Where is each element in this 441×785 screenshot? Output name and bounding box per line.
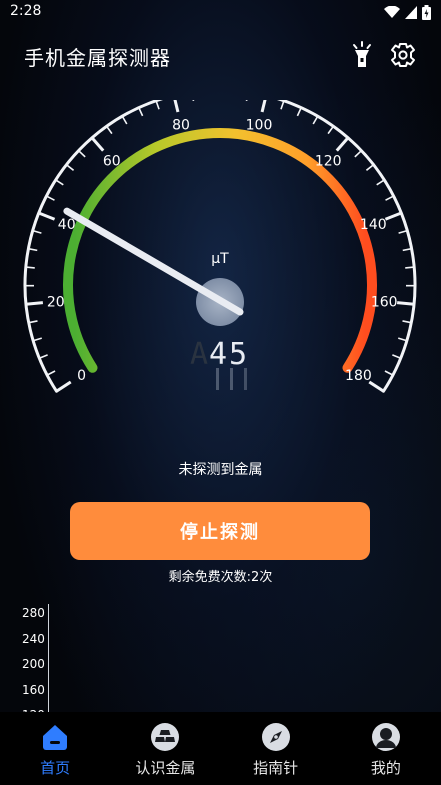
gauge-tick-label: 60 <box>103 154 121 170</box>
remaining-free-uses: 剩余免费次数:2次 <box>168 570 273 585</box>
gauge-minor-tick <box>28 247 38 252</box>
y-tick-label: 200 <box>22 657 45 671</box>
y-tick-label: 280 <box>22 606 45 620</box>
gauge-tick-label: 120 <box>315 154 342 170</box>
gauge-minor-tick <box>38 354 48 360</box>
wifi-icon <box>384 5 400 18</box>
gauge-minor-tick <box>65 164 75 171</box>
gauge-minor-tick <box>280 100 285 110</box>
gauge-minor-tick <box>405 266 415 269</box>
gauge-minor-tick <box>55 179 64 186</box>
gauge-minor-tick <box>385 195 394 201</box>
nav-label-mine: 我的 <box>370 759 401 777</box>
gauge-major-tick <box>38 211 56 221</box>
gauge-minor-tick <box>354 150 362 158</box>
gauge-major-tick <box>384 211 402 221</box>
gauge-minor-tick <box>28 320 38 324</box>
gauge-tick-label: 0 <box>77 368 86 384</box>
gauge-minor-tick <box>32 337 42 342</box>
gauge-tick-label: 20 <box>47 294 65 310</box>
nav-label-compass: 指南针 <box>253 759 299 777</box>
compass-icon <box>261 723 290 751</box>
gauge-tick-label: 140 <box>360 217 387 233</box>
signal-icon <box>405 5 417 19</box>
status-time: 2:28 <box>10 3 42 19</box>
gauge-unit-label: μT <box>211 251 229 267</box>
gauge-minor-tick <box>25 266 35 269</box>
gauge-minor-tick <box>327 125 334 135</box>
gauge-major-tick <box>260 95 268 113</box>
gauge-minor-tick <box>402 247 412 252</box>
gauge-tick-label: 160 <box>371 294 398 310</box>
battery-icon <box>422 4 431 20</box>
gauge-major-tick <box>172 95 180 113</box>
gauge-minor-tick <box>392 354 402 360</box>
gauge-tick-label: 80 <box>172 118 190 134</box>
gauge-minor-tick <box>384 370 394 376</box>
gauge-tick-label: 180 <box>345 368 372 384</box>
flashlight-icon[interactable] <box>348 40 376 70</box>
bottom-nav: 首页 认识金属 指南针 我的 <box>0 712 441 785</box>
settings-gear-icon[interactable] <box>389 40 417 70</box>
gauge-minor-tick <box>155 100 160 110</box>
detection-status: 未探测到金属 <box>178 462 263 478</box>
gauge-reading: 45 <box>209 337 249 372</box>
nav-item-home[interactable]: 首页 <box>0 712 110 785</box>
history-y-axis <box>48 604 49 712</box>
y-tick-label: 240 <box>22 632 45 646</box>
gauge-minor-tick <box>398 337 408 342</box>
gauge-svg: 0 20 40 60 80 100 120 140 160 180 μT A 45 <box>23 88 417 393</box>
nav-item-compass[interactable]: 指南针 <box>221 712 331 785</box>
history-chart: 280 240 200 160 120 <box>0 600 441 712</box>
gauge-minor-tick <box>398 229 408 234</box>
gauge-minor-tick <box>296 107 302 117</box>
gauge-minor-tick <box>32 229 42 234</box>
nav-item-metals[interactable]: 认识金属 <box>110 712 220 785</box>
gauge-minor-tick <box>46 370 56 376</box>
gauge-minor-tick <box>402 320 412 324</box>
gauge-minor-tick <box>245 91 249 102</box>
gauge-minor-tick <box>365 164 375 171</box>
status-bar: 2:28 <box>0 0 441 24</box>
stop-detection-button[interactable]: 停止探测 <box>70 502 370 560</box>
gauge-tick-label: 40 <box>58 217 76 233</box>
status-icons <box>384 4 431 20</box>
nav-label-home: 首页 <box>40 759 71 777</box>
gauge-minor-tick <box>191 91 195 102</box>
magnetic-field-gauge: 0 20 40 60 80 100 120 140 160 180 μT A 45 <box>0 88 441 420</box>
gauge-minor-tick <box>106 125 113 135</box>
reading-ghost-digit: A <box>190 337 208 372</box>
home-icon <box>43 725 68 750</box>
gauge-minor-tick <box>376 179 385 186</box>
app-title: 手机金属探测器 <box>24 46 171 70</box>
nav-item-mine[interactable]: 我的 <box>331 712 441 785</box>
nav-label-metals: 认识金属 <box>135 759 196 777</box>
gauge-minor-tick <box>78 150 86 158</box>
gauge-minor-tick <box>138 107 144 117</box>
y-tick-label: 160 <box>22 683 45 697</box>
gauge-major-tick <box>396 301 415 306</box>
gauge-minor-tick <box>121 115 128 125</box>
gauge-tick-label: 100 <box>246 118 273 134</box>
metal-bars-icon <box>151 723 180 751</box>
gauge-major-tick <box>90 136 105 152</box>
gauge-minor-tick <box>46 195 55 201</box>
gauge-major-tick <box>335 136 350 152</box>
user-icon <box>371 723 400 751</box>
gauge-major-tick <box>25 301 44 306</box>
gauge-major-tick <box>55 380 72 393</box>
gauge-minor-tick <box>312 115 319 125</box>
